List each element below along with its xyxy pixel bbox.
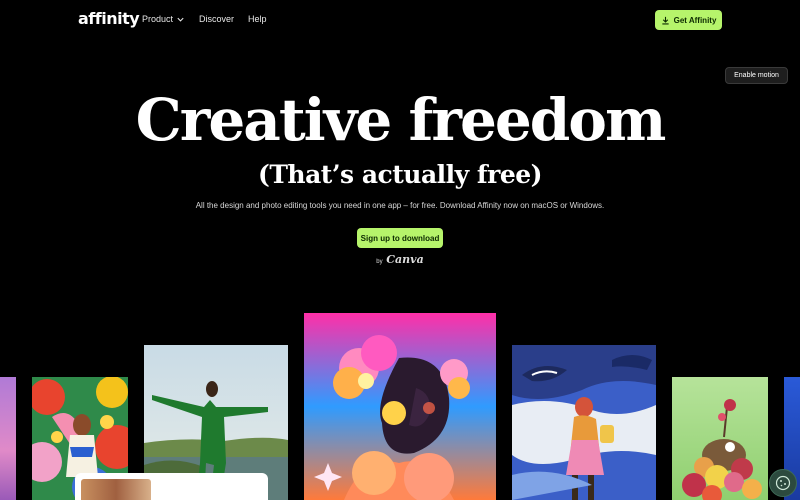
gallery-card-flower-hair-portrait bbox=[304, 313, 496, 500]
whale-illustration-art bbox=[512, 345, 656, 500]
hero-description: All the design and photo editing tools y… bbox=[195, 201, 605, 210]
nav-help-label: Help bbox=[248, 14, 267, 24]
canva-logo: Canva bbox=[386, 253, 424, 266]
nav-links: Product Discover Help bbox=[142, 14, 267, 24]
enable-motion-button[interactable]: Enable motion bbox=[725, 67, 788, 84]
cookie-icon bbox=[775, 475, 791, 491]
chevron-down-icon bbox=[177, 17, 184, 22]
gallery-card-purple-abstract bbox=[0, 377, 16, 500]
signup-button[interactable]: Sign up to download bbox=[357, 228, 443, 248]
nav-help[interactable]: Help bbox=[248, 14, 267, 24]
affinity-logo[interactable]: affinity bbox=[78, 9, 140, 28]
get-affinity-label: Get Affinity bbox=[673, 15, 717, 25]
top-nav: affinity Product Discover Help Get Affin… bbox=[0, 0, 800, 40]
cookie-settings-button[interactable] bbox=[769, 469, 797, 497]
nav-discover[interactable]: Discover bbox=[199, 14, 234, 24]
gallery-card-flower-sculpture bbox=[672, 377, 768, 500]
nav-discover-label: Discover bbox=[199, 14, 235, 24]
hero-title: Creative freedom bbox=[135, 86, 667, 154]
product-preview-card[interactable] bbox=[75, 473, 268, 500]
by-label: by bbox=[376, 259, 383, 265]
nav-product-label: Product bbox=[142, 14, 174, 24]
by-canva: by Canva bbox=[0, 253, 800, 266]
download-icon bbox=[661, 16, 669, 24]
get-affinity-button[interactable]: Get Affinity bbox=[655, 10, 722, 30]
hero-subtitle: (That’s actually free) bbox=[258, 160, 542, 189]
flower-sculpture-art bbox=[672, 377, 768, 500]
preview-thumbnail bbox=[81, 479, 151, 500]
nav-product[interactable]: Product bbox=[142, 14, 185, 24]
flower-hair-art bbox=[304, 313, 496, 500]
gallery-card-whale-illustration bbox=[512, 345, 656, 500]
